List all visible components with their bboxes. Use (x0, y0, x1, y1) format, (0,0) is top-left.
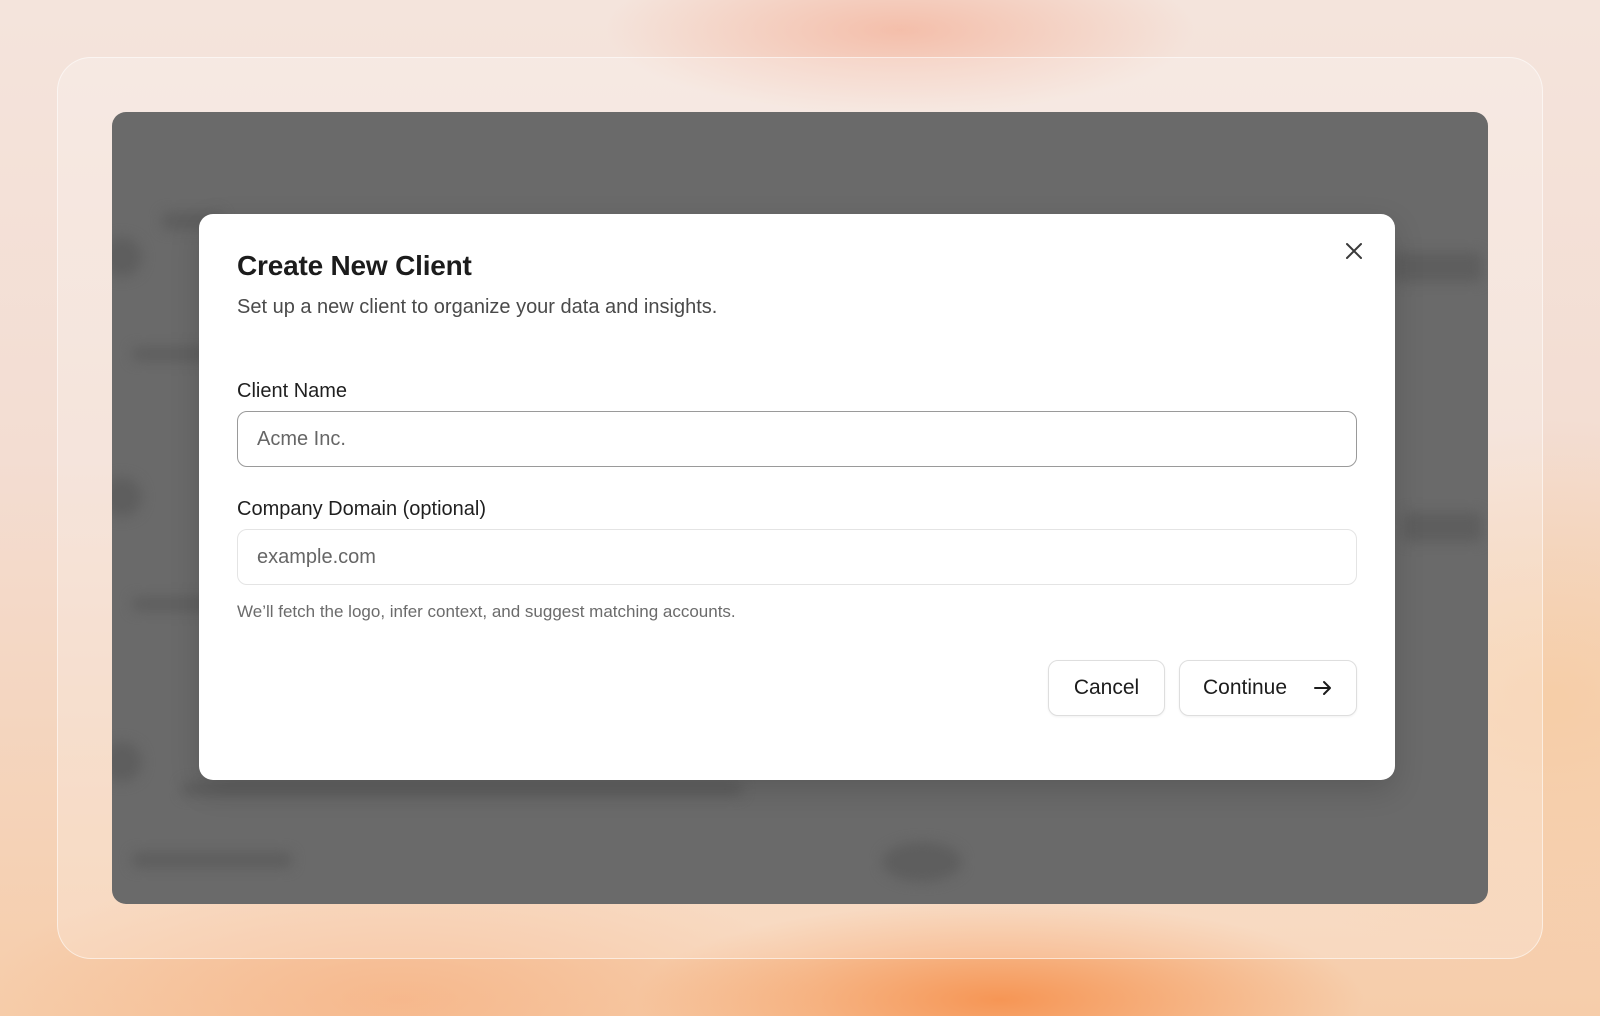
domain-helper-text: We’ll fetch the logo, infer context, and… (237, 602, 736, 621)
company-domain-input[interactable] (237, 529, 1357, 585)
blurred-avatar (112, 237, 142, 277)
dialog-subtitle: Set up a new client to organize your dat… (237, 296, 718, 318)
company-domain-label: Company Domain (optional) (237, 498, 487, 520)
client-name-label: Client Name (237, 380, 348, 402)
dialog-title: Create New Client (237, 250, 472, 281)
create-client-dialog: Create New Client Set up a new client to… (199, 214, 1395, 780)
client-name-input[interactable] (237, 411, 1357, 467)
arrow-right-icon (1313, 679, 1333, 697)
blurred-row (1402, 512, 1482, 542)
close-icon (1346, 243, 1362, 259)
cancel-button[interactable]: Cancel (1048, 660, 1165, 716)
blurred-avatar (112, 742, 142, 782)
continue-button-label: Continue (1202, 676, 1288, 699)
blurred-row (182, 782, 742, 796)
blurred-row (1392, 252, 1482, 282)
continue-button[interactable]: Continue (1179, 660, 1357, 716)
blurred-row (132, 852, 292, 868)
cancel-button-label: Cancel (1073, 676, 1140, 699)
blurred-badge (882, 842, 962, 882)
close-button[interactable] (1339, 236, 1369, 266)
blurred-avatar (112, 477, 142, 517)
